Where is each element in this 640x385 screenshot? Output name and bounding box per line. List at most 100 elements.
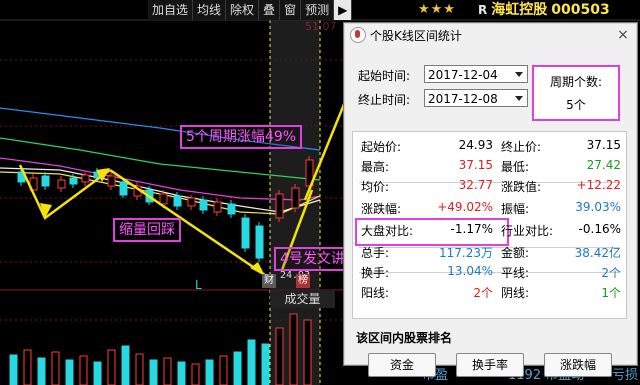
candle — [213, 201, 222, 213]
stat-value: -0.16% — [578, 222, 621, 236]
low-marker: L — [195, 278, 202, 292]
volume-bar — [23, 349, 32, 385]
toolbar-button-5[interactable]: 预测 — [301, 0, 335, 20]
rank-by-capital-button[interactable]: 资金 — [368, 353, 436, 377]
dialog-title: 个股K线区间统计 — [370, 28, 462, 43]
candle — [291, 187, 300, 209]
chevron-down-icon[interactable] — [513, 66, 525, 82]
candle — [173, 195, 182, 207]
volume-bar — [65, 359, 74, 385]
candle — [255, 225, 264, 259]
finance-tag[interactable]: 财 — [262, 274, 276, 288]
stat-label: 阳线: — [361, 286, 390, 300]
stat-label: 大盘对比: — [361, 224, 414, 238]
period-count-value: 5个 — [566, 98, 586, 112]
volume-bar — [9, 354, 18, 385]
rank-by-change-button[interactable]: 涨跌幅 — [544, 353, 612, 377]
stat-label: 金额: — [501, 246, 530, 260]
candle — [57, 179, 66, 189]
chart-toolbar: 加自选 均线 除权叠窗预测 ▶ — [148, 0, 353, 20]
toolbar-button-4[interactable]: 窗 — [280, 0, 302, 20]
volume-bar — [121, 345, 130, 385]
volume-bar — [135, 353, 144, 385]
stat-value: 37.15 — [458, 158, 493, 172]
annotation-five-period-gain: 5个周期涨幅49% — [180, 125, 303, 149]
volume-label: 成交量 — [270, 290, 335, 308]
toolbar-button-3[interactable]: 叠 — [259, 0, 281, 20]
stat-value: +49.02% — [437, 200, 493, 214]
volume-bar — [261, 343, 270, 385]
ranking-tag[interactable]: 榜 — [296, 274, 310, 288]
period-count-box: 周期个数: 5个 — [532, 65, 620, 121]
stat-label: 平线: — [501, 266, 530, 280]
top-price-label: 51.07 — [305, 20, 337, 33]
app-logo-icon — [350, 27, 366, 43]
toolbar-button-1[interactable]: 均线 — [193, 0, 227, 20]
stat-value: 39.03% — [575, 200, 621, 214]
stat-label: 换手: — [361, 266, 390, 280]
volume-bar — [247, 339, 256, 385]
toolbar-button-6[interactable]: ▶ — [334, 0, 353, 20]
candle — [41, 175, 50, 187]
rank-by-turnover-button[interactable]: 换手率 — [456, 353, 524, 377]
toolbar-button-2[interactable]: 除权 — [226, 0, 260, 20]
volume-bar — [79, 355, 88, 385]
volume-bar — [303, 319, 312, 385]
candle — [199, 199, 208, 211]
volume-bar — [177, 361, 186, 385]
end-time-label: 终止时间: — [358, 93, 411, 107]
r-badge: R — [478, 3, 488, 17]
start-date-value: 2017-12-04 — [428, 68, 498, 82]
volume-bar — [37, 357, 46, 385]
stat-value: 2个 — [601, 266, 621, 280]
stat-label: 涨跌值: — [501, 180, 542, 194]
stock-title: R 海虹控股 000503 — [478, 0, 610, 20]
interval-stats-dialog: 个股K线区间统计 × 起始时间: 2017-12-04 终止时间: 2017-1… — [343, 22, 638, 377]
volume-bar — [93, 361, 102, 385]
stat-value: 1个 — [601, 286, 621, 300]
stat-label: 最高: — [361, 160, 390, 174]
stat-value: 24.93 — [458, 138, 493, 152]
start-date-select[interactable]: 2017-12-04 — [424, 65, 528, 83]
volume-bar — [51, 351, 60, 385]
stat-value: +12.22 — [576, 178, 621, 192]
stat-label: 终止价: — [501, 140, 542, 154]
stat-label: 总手: — [361, 246, 390, 260]
annotation-shrink-pullback: 缩量回踩 — [113, 218, 181, 242]
candle — [107, 175, 116, 187]
end-date-select[interactable]: 2017-12-08 — [424, 89, 528, 107]
candle — [119, 181, 128, 196]
volume-bar — [233, 351, 242, 385]
close-icon[interactable]: × — [615, 27, 631, 43]
candle — [81, 174, 90, 183]
stat-value: 2个 — [473, 286, 493, 300]
stat-label: 涨跌幅: — [361, 202, 402, 216]
stat-label: 最低: — [501, 160, 530, 174]
volume-bar — [289, 313, 298, 385]
stat-label: 阴线: — [501, 286, 530, 300]
period-count-label: 周期个数: — [549, 75, 603, 89]
dialog-titlebar[interactable]: 个股K线区间统计 — [344, 23, 637, 47]
chevron-down-icon[interactable] — [513, 90, 525, 106]
stat-value: 38.42亿 — [574, 246, 621, 260]
stock-name: 海虹控股 — [491, 2, 548, 18]
candle — [69, 177, 78, 185]
candle — [159, 193, 168, 205]
stat-label: 振幅: — [501, 202, 530, 216]
candle — [275, 193, 284, 219]
volume-bar — [205, 359, 214, 385]
rank-section-title: 该区间内股票排名 — [356, 331, 453, 345]
volume-bar — [149, 359, 158, 385]
stat-value: 27.42 — [586, 158, 621, 172]
volume-bar — [163, 357, 172, 385]
stat-value: 117.23万 — [439, 246, 493, 260]
candle — [227, 203, 236, 215]
volume-bar — [107, 349, 116, 385]
stat-value: 32.77 — [458, 178, 493, 192]
candle — [241, 217, 250, 249]
dialog-body: 起始时间: 2017-12-04 终止时间: 2017-12-08 周期个数: … — [348, 51, 631, 377]
toolbar-button-0[interactable]: 加自选 — [148, 0, 194, 20]
stats-panel: 起始价: 24.93 终止价: 37.15 最高: 37.15 最低: 27.42 均价: 32.… — [352, 131, 627, 319]
stat-value: -1.17% — [450, 222, 493, 236]
loss-label: 亏损 — [612, 368, 639, 383]
